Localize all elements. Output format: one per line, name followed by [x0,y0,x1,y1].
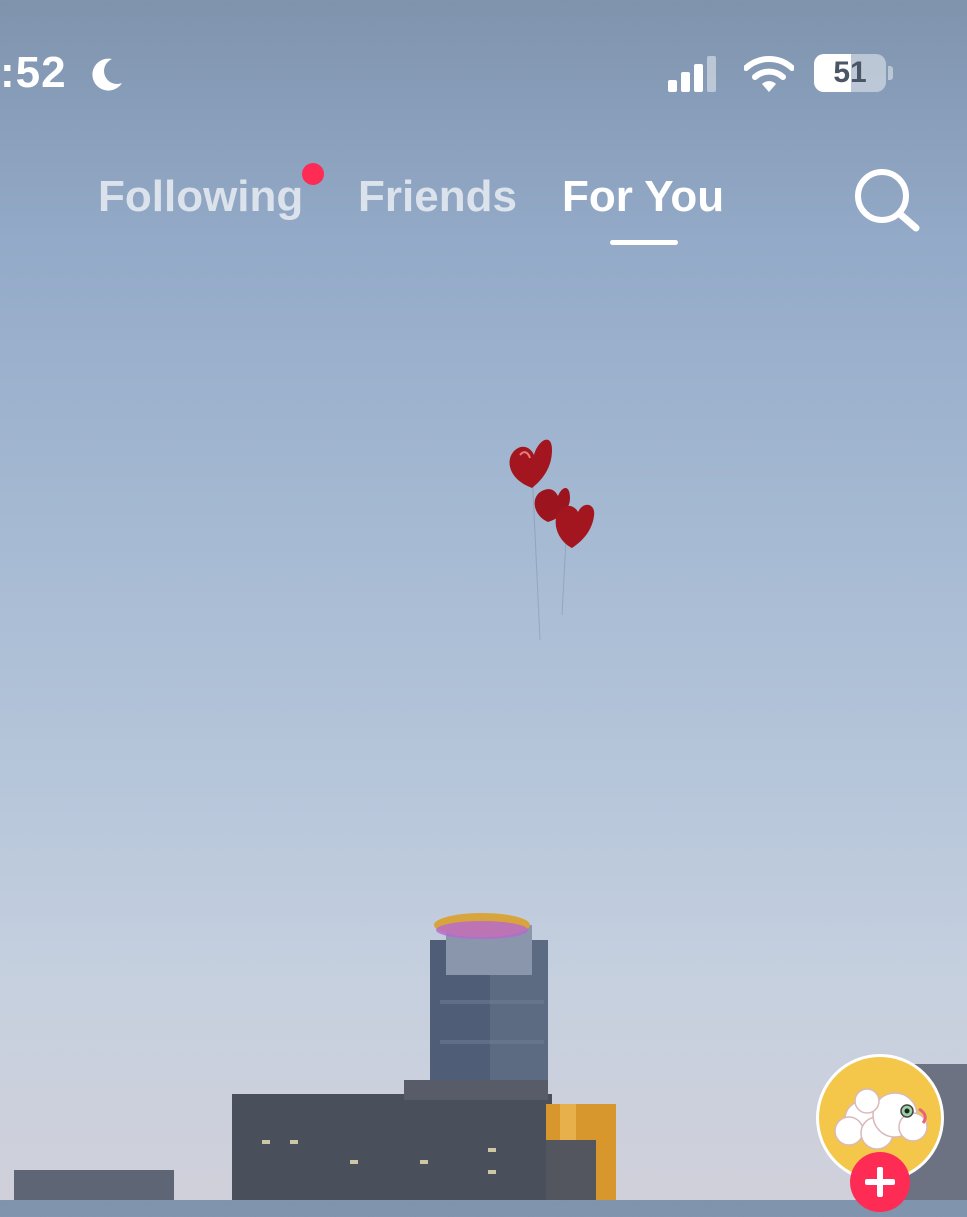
battery-level: 51 [833,56,867,89]
status-bar: :52 51 [0,0,967,150]
plus-icon [865,1167,895,1197]
wifi-icon [744,56,794,92]
follow-button[interactable] [850,1152,910,1212]
tab-friends[interactable]: Friends [358,172,517,222]
notification-dot [302,163,324,185]
status-time: :52 [0,48,67,97]
tab-for-you[interactable]: For You [562,172,724,222]
moon-icon [92,58,122,91]
feed-tabs: Following Friends For You [0,160,967,260]
heart-balloon-icon [509,439,552,488]
tab-following[interactable]: Following [98,172,303,222]
battery-icon: 51 [814,54,894,94]
search-icon[interactable] [852,166,922,236]
heart-balloon-icon [555,504,595,548]
cellular-signal-icon [668,56,716,92]
active-tab-indicator [610,240,678,245]
creator-avatar-button[interactable] [816,1054,946,1212]
heart-balloons [509,439,595,641]
